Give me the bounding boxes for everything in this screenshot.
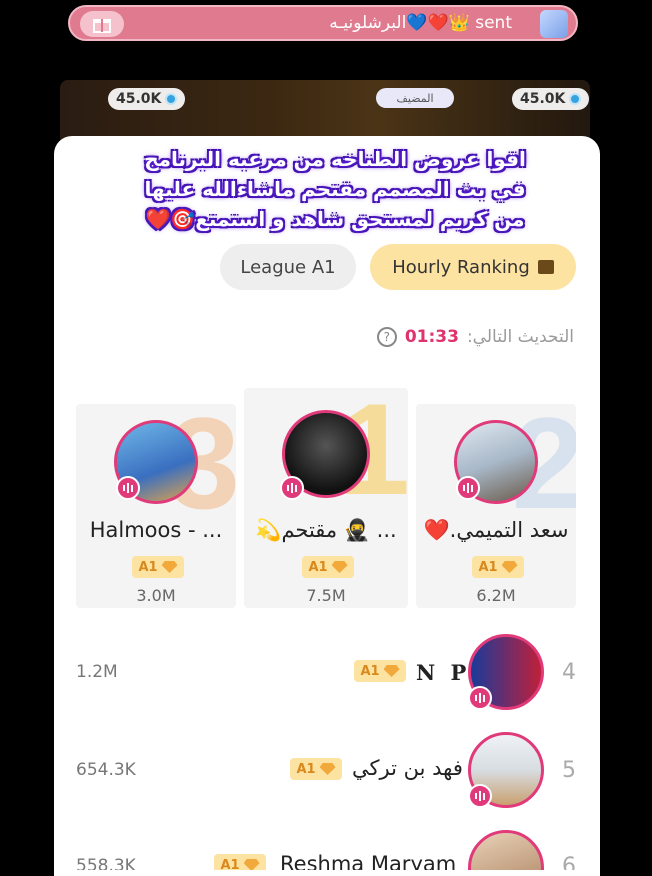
row-rank: 5 [562, 758, 576, 783]
gem-icon [243, 859, 260, 870]
row-rank: 4 [562, 660, 576, 685]
podium-name: Halmoos - ... [89, 518, 223, 542]
gift-banner[interactable]: sent 👑❤️💙البرشلونيـه [68, 5, 578, 41]
row-name: فهد بن تركي [352, 756, 463, 780]
gift-icon[interactable] [80, 11, 124, 37]
live-icon [468, 686, 492, 710]
gem-icon [501, 561, 518, 573]
podium-rank-2[interactable]: 2 سعد التميمي.❤️ A1 6.2M [416, 404, 576, 608]
gem-icon [331, 561, 348, 573]
live-icon [468, 784, 492, 808]
tab-league[interactable]: League A1 [220, 244, 356, 290]
coin-icon [165, 93, 178, 105]
avatar[interactable] [468, 830, 544, 870]
live-icon [116, 476, 140, 500]
gem-icon [161, 561, 178, 573]
list-item[interactable]: 1.2M A1 N P 4 [54, 628, 600, 718]
level-badge: A1 [132, 556, 184, 578]
podium-score: 7.5M [306, 586, 346, 605]
tab-hourly-ranking[interactable]: Hourly Ranking [370, 244, 576, 290]
row-name: Reshma Maryam [280, 852, 457, 870]
help-icon[interactable]: ? [376, 327, 397, 347]
row-score: 1.2M [76, 662, 118, 682]
level-badge: A1 [354, 660, 406, 682]
sender-avatar [540, 10, 568, 38]
row-rank: 6 [562, 854, 576, 870]
level-badge: A1 [214, 854, 266, 870]
coin-icon [569, 93, 582, 105]
gem-icon [319, 763, 336, 775]
podium-rank-3[interactable]: 3 Halmoos - ... A1 3.0M [76, 404, 236, 608]
right-coin-count: 45.0K [512, 88, 590, 110]
list-item[interactable]: 558.3K A1 Reshma Maryam 6 [54, 826, 600, 870]
banner-text: sent 👑❤️💙البرشلونيـه [329, 13, 512, 33]
podium-rank-1[interactable]: 1 💫مقتحم 🥷 ... A1 7.5M [244, 388, 408, 608]
row-score: 654.3K [76, 760, 136, 780]
gem-icon [383, 665, 400, 677]
host-pill: المضيف [376, 88, 454, 108]
podium-name: سعد التميمي.❤️ [423, 518, 569, 542]
next-update-row: التحديث التالي: 01:33 ? [376, 324, 574, 350]
list-item[interactable]: 654.3K A1 فهد بن تركي 5 [54, 724, 600, 814]
live-icon [280, 476, 304, 500]
row-name: N P [416, 660, 471, 685]
level-badge: A1 [302, 556, 354, 578]
briefcase-icon [537, 260, 554, 274]
video-caption: اقوا عروض الطناخه من مرعبه البرنامج في ب… [144, 147, 526, 231]
podium-name: 💫مقتحم 🥷 ... [255, 518, 397, 542]
podium-score: 3.0M [136, 586, 176, 605]
podium-score: 6.2M [476, 586, 516, 605]
live-icon [456, 476, 480, 500]
level-badge: A1 [472, 556, 524, 578]
next-update-label: التحديث التالي: [466, 327, 574, 347]
level-badge: A1 [290, 758, 342, 780]
next-update-time: 01:33 [404, 327, 459, 347]
row-score: 558.3K [76, 856, 136, 870]
left-coin-count: 45.0K [108, 88, 186, 110]
